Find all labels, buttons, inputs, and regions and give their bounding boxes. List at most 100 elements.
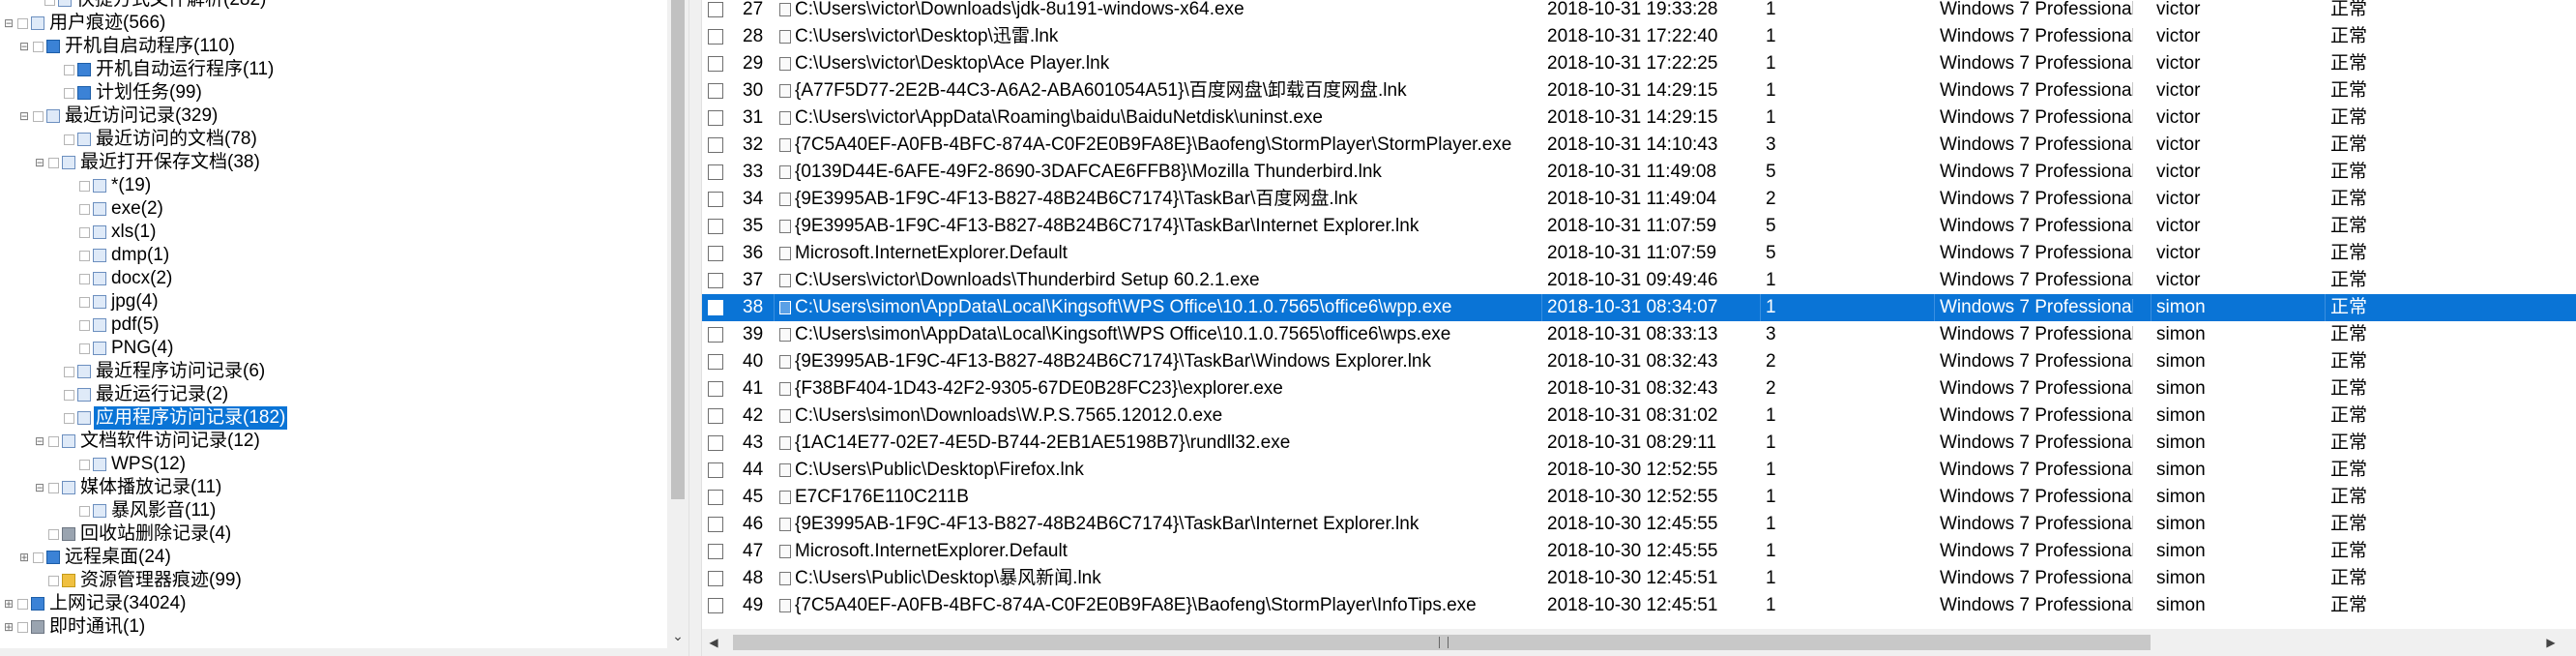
tree-node[interactable]: ⊞ 上网记录(34024) (2, 592, 189, 615)
tree-node-label[interactable]: 用户痕迹(566) (47, 12, 167, 35)
row-checkbox[interactable] (708, 544, 723, 559)
tree-node-label[interactable]: 最近程序访问记录(6) (94, 360, 267, 383)
tree-checkbox[interactable] (48, 157, 59, 168)
expand-toggle-icon[interactable]: ⊟ (17, 104, 31, 128)
tree-node-label[interactable]: 文档软件访问记录(12) (78, 430, 262, 453)
tree-node-label[interactable]: 最近运行记录(2) (94, 383, 230, 406)
table-row[interactable]: 49 {7C5A40EF-A0FB-4BFC-874A-C0F2E0B9FA8E}… (702, 592, 2576, 619)
tree-vertical-scrollbar[interactable]: ⌄ (667, 0, 688, 656)
tree-node-label[interactable]: 最近访问记录(329) (63, 104, 220, 128)
row-checkbox[interactable] (708, 571, 723, 586)
table-row[interactable]: 40 {9E3995AB-1F9C-4F13-B827-48B24B6C7174}… (702, 348, 2576, 375)
table-row[interactable]: 43 {1AC14E77-02E7-4E5D-B744-2EB1AE5198B7}… (702, 430, 2576, 457)
tree-checkbox[interactable] (48, 528, 59, 540)
table-row[interactable]: 34 {9E3995AB-1F9C-4F13-B827-48B24B6C7174}… (702, 186, 2576, 213)
tree-node-label[interactable]: WPS(12) (109, 453, 188, 476)
tree-scroll-thumb[interactable] (671, 0, 685, 499)
tree-node[interactable]: ⊟ 媒体播放记录(11) (33, 476, 223, 499)
tree-node-label[interactable]: pdf(5) (109, 313, 161, 337)
row-checkbox[interactable] (708, 273, 723, 288)
tree-node[interactable]: 资源管理器痕迹(99) (33, 569, 244, 592)
tree-node[interactable]: 最近运行记录(2) (48, 383, 230, 406)
table-row[interactable]: 28 C:\Users\victor\Desktop\迅雷.lnk 2018-10-… (702, 23, 2576, 50)
expand-toggle-icon[interactable]: ⊞ (17, 546, 31, 569)
tree-node[interactable]: 应用程序访问记录(182) (48, 406, 288, 430)
row-checkbox[interactable] (708, 83, 723, 99)
table-row[interactable]: 42 C:\Users\simon\Downloads\W.P.S.7565.12… (702, 403, 2576, 430)
tree-node-label[interactable]: 远程桌面(24) (63, 546, 173, 569)
tree-node-label[interactable]: 快捷方式文件解析(282) (74, 0, 268, 12)
expand-toggle-icon[interactable]: ⊟ (33, 430, 46, 453)
tree-checkbox[interactable] (64, 87, 74, 99)
tree-checkbox[interactable] (64, 389, 74, 401)
table-row[interactable]: 33 {0139D44E-6AFE-49F2-8690-3DAFCAE6FFB8}… (702, 159, 2576, 186)
tree-node[interactable]: 回收站删除记录(4) (33, 522, 233, 546)
table-row[interactable]: 41 {F38BF404-1D43-42F2-9305-67DE0B28FC23}… (702, 375, 2576, 403)
tree-checkbox[interactable] (48, 435, 59, 447)
row-checkbox[interactable] (708, 246, 723, 261)
table-row[interactable]: 39 C:\Users\simon\AppData\Local\Kingsoft\… (702, 321, 2576, 348)
table-horizontal-scrollbar[interactable]: ◀ ▶ (702, 629, 2576, 656)
scroll-left-icon[interactable]: ◀ (702, 629, 725, 656)
tree-checkbox[interactable] (64, 412, 74, 424)
tree-node-label[interactable]: docx(2) (109, 267, 174, 290)
tree-node[interactable]: ⊟ 最近打开保存文档(38) (33, 151, 262, 174)
tree-checkbox[interactable] (64, 134, 74, 145)
tree-checkbox[interactable] (79, 459, 90, 470)
tree-node-label[interactable]: 计划任务(99) (94, 81, 204, 104)
tree-node[interactable]: jpg(4) (64, 290, 161, 313)
tree-node[interactable]: ⊞ 即时通讯(1) (2, 615, 147, 639)
row-checkbox[interactable] (708, 110, 723, 126)
tree-checkbox[interactable] (79, 296, 90, 308)
tree-checkbox[interactable] (33, 552, 44, 563)
row-checkbox[interactable] (708, 164, 723, 180)
tree-node[interactable]: ⊟ 最近访问记录(329) (17, 104, 220, 128)
table-row[interactable]: 32 {7C5A40EF-A0FB-4BFC-874A-C0F2E0B9FA8E}… (702, 132, 2576, 159)
tree-checkbox[interactable] (44, 0, 55, 6)
table-row[interactable]: 36 Microsoft.InternetExplorer.Default 2018… (702, 240, 2576, 267)
tree-checkbox[interactable] (79, 505, 90, 517)
tree-checkbox[interactable] (79, 319, 90, 331)
tree-node-label[interactable]: exe(2) (109, 197, 165, 221)
tree-node[interactable]: ⊟ 文档软件访问记录(12) (33, 430, 262, 453)
row-checkbox[interactable] (708, 56, 723, 72)
tree-checkbox[interactable] (79, 203, 90, 215)
tree-node[interactable]: dmp(1) (64, 244, 171, 267)
scroll-right-icon[interactable]: ▶ (2539, 629, 2562, 656)
tree-node[interactable]: 暴风影音(11) (64, 499, 218, 522)
row-checkbox[interactable] (708, 462, 723, 478)
tree-node-label[interactable]: 开机自动运行程序(11) (94, 58, 276, 81)
tree-checkbox[interactable] (64, 366, 74, 377)
row-checkbox[interactable] (708, 490, 723, 505)
table-scroll-thumb[interactable] (733, 635, 2151, 650)
tree-node-label[interactable]: 暴风影音(11) (109, 499, 218, 522)
row-checkbox[interactable] (708, 408, 723, 424)
tree-checkbox[interactable] (79, 273, 90, 284)
tree-checkbox[interactable] (79, 343, 90, 354)
table-row[interactable]: 30 {A77F5D77-2E2B-44C3-A6A2-ABA601054A51}… (702, 77, 2576, 104)
tree-node[interactable]: ⊞ 远程桌面(24) (17, 546, 173, 569)
tree-node-label[interactable]: *(19) (109, 174, 153, 197)
tree-node[interactable]: 最近程序访问记录(6) (48, 360, 267, 383)
tree-checkbox[interactable] (48, 575, 59, 586)
table-row[interactable]: 44 C:\Users\Public\Desktop\Firefox.lnk 201… (702, 457, 2576, 484)
tree-node-label[interactable]: 回收站删除记录(4) (78, 522, 233, 546)
row-checkbox[interactable] (708, 435, 723, 451)
table-row[interactable]: 46 {9E3995AB-1F9C-4F13-B827-48B24B6C7174}… (702, 511, 2576, 538)
tree-node-label[interactable]: 最近访问的文档(78) (94, 128, 259, 151)
table-row[interactable]: 45 E7CF176E110C211B 2018-10-30 12:52:55 1 Wi… (702, 484, 2576, 511)
table-row[interactable]: 27 C:\Users\victor\Downloads\jdk-8u191-wi… (702, 0, 2576, 23)
tree-node-label[interactable]: PNG(4) (109, 337, 175, 360)
tree-node[interactable]: 快捷方式文件解析(282) (29, 0, 268, 12)
tree-node-label[interactable]: dmp(1) (109, 244, 171, 267)
tree-node-label[interactable]: 媒体播放记录(11) (78, 476, 223, 499)
row-checkbox[interactable] (708, 219, 723, 234)
tree-checkbox[interactable] (33, 110, 44, 122)
row-checkbox[interactable] (708, 29, 723, 45)
tree-node-label[interactable]: 最近打开保存文档(38) (78, 151, 262, 174)
row-checkbox[interactable] (708, 381, 723, 397)
tree-node[interactable]: 计划任务(99) (48, 81, 204, 104)
tree-checkbox[interactable] (33, 41, 44, 52)
table-row[interactable]: 37 C:\Users\victor\Downloads\Thunderbird … (702, 267, 2576, 294)
table-row[interactable]: 31 C:\Users\victor\AppData\Roaming\baidu\… (702, 104, 2576, 132)
